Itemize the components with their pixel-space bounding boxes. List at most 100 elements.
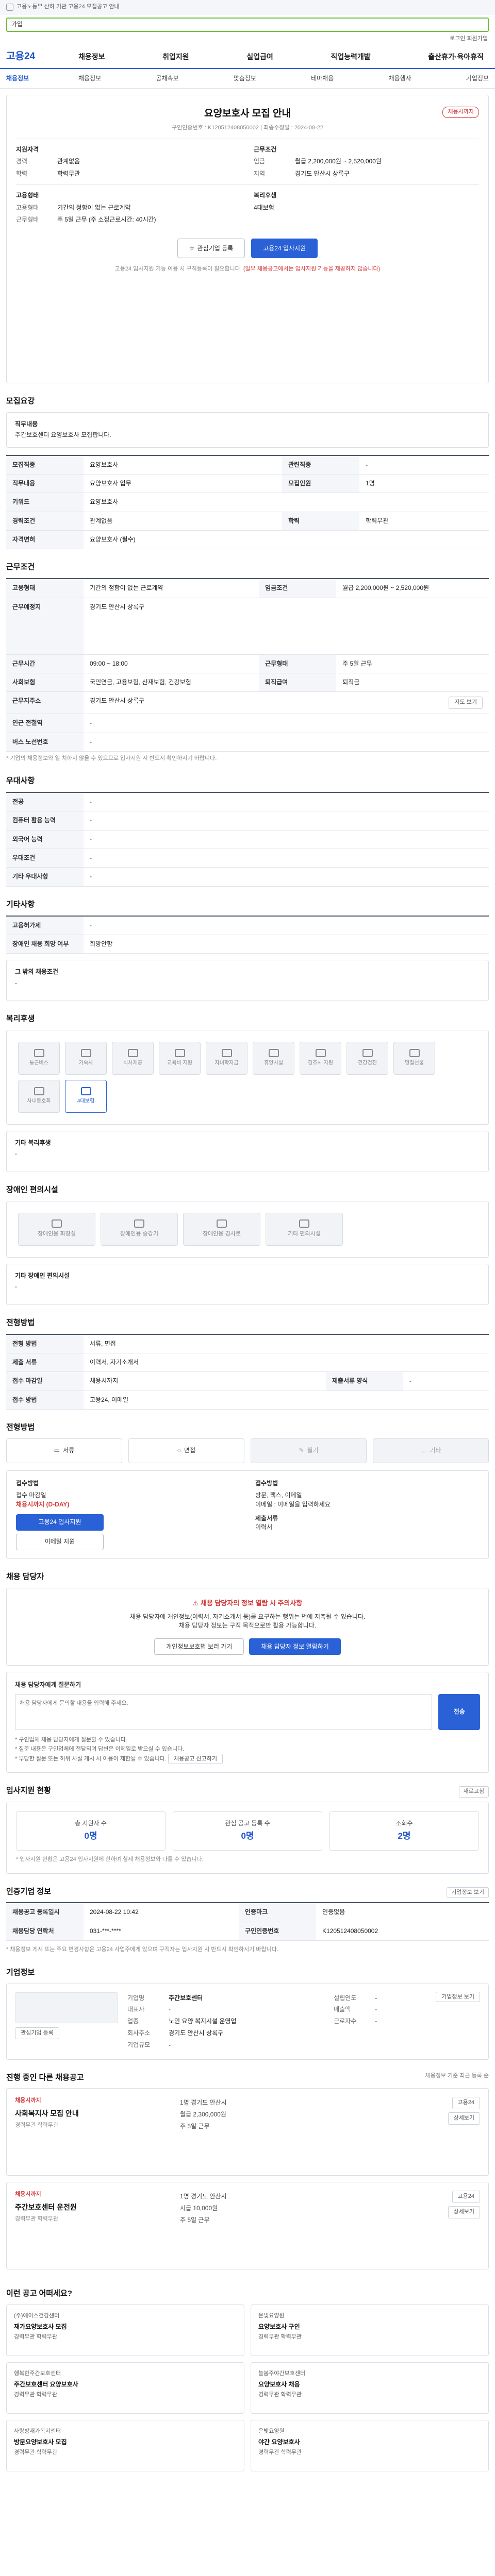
kv-key: 임금: [254, 158, 266, 165]
subnav-items: 채용정보 공채속보 맞춤정보 테마채용 채용행사 기업정보: [78, 74, 489, 83]
subnav-item[interactable]: 맞춤정보: [234, 74, 256, 83]
similar-title[interactable]: 주간보호센터 요양보호사: [14, 2380, 237, 2389]
report-button[interactable]: 채용공고 신고하기: [168, 1754, 223, 1765]
search-keyword: 가입: [11, 21, 23, 28]
similar-company: 온빛요양원: [258, 2313, 285, 2319]
gnb-item[interactable]: 직업능력개발: [325, 52, 375, 62]
similar-card[interactable]: 사랑방재가복지센터 방문요양보호사 모집 경력무관 학력무관: [6, 2420, 244, 2471]
section-title: 채용 담당자: [6, 1572, 44, 1582]
gnb-item[interactable]: 채용정보: [73, 52, 110, 62]
similar-card[interactable]: 은빛요양원 야간 요양보호사 경력무관 학력무관: [251, 2420, 489, 2471]
similar-title[interactable]: 요양보호사 채용: [258, 2380, 481, 2389]
etc-icon: [299, 1219, 309, 1228]
tag-label: 기타 편의시설: [288, 1231, 321, 1238]
email-apply-button[interactable]: 이메일 지원: [16, 1534, 104, 1551]
privacy-law-button[interactable]: 개인정보보호법 보러 가기: [154, 1638, 244, 1655]
subnav-item[interactable]: 공채속보: [156, 74, 178, 83]
other-job-card[interactable]: 채용시까지 사회복지사 모집 안내 경력무관 학력무관 1명 경기도 안산시 월…: [6, 2088, 489, 2176]
qa-bullet-row: * 부당한 질문 또는 허위 사실 게시 시 이용이 제한될 수 있습니다. 채…: [15, 1754, 480, 1765]
stat-label: 총 지원자 수: [75, 1819, 107, 1827]
interest-button[interactable]: ☆ 관심기업 등록: [177, 239, 245, 259]
similar-card[interactable]: 늘봄주야간보호센터 요양보호사 채용 경력무관 학력무관: [251, 2362, 489, 2414]
method-label: 기타: [430, 1447, 441, 1454]
qa-send-button[interactable]: 전송: [438, 1693, 480, 1730]
work-footnote: * 기업의 채용정보와 일 치하지 않을 수 있으므로 입사지원 시 반드시 확…: [6, 755, 217, 762]
th: 인증마크: [239, 1903, 317, 1922]
similar-card[interactable]: 행복한주간보호센터 주간보호센터 요양보호사 경력무관 학력무관: [6, 2362, 244, 2414]
job-site-button[interactable]: 고용24: [452, 2191, 480, 2204]
gnb-item[interactable]: 취업지원: [157, 52, 194, 62]
td: 월급 2,200,000원 ~ 2,520,000원: [336, 579, 489, 598]
similar-title[interactable]: 재가요양보호사 모집: [14, 2323, 237, 2331]
similar-title[interactable]: 요양보호사 구인: [258, 2323, 481, 2331]
kv-key: 대표자: [127, 2006, 145, 2013]
subnav-item[interactable]: 기업정보: [466, 74, 489, 83]
th: 직무내용: [6, 474, 84, 494]
th: 외국어 능력: [6, 830, 84, 849]
kv-key: 기업명: [127, 1994, 145, 2002]
subnav-item[interactable]: 채용행사: [388, 74, 411, 83]
view-contact-button[interactable]: 채용 담당자 정보 열람하기: [249, 1638, 341, 1655]
gnb-item[interactable]: 출산휴가·육아휴직: [423, 52, 489, 62]
deadline-label: 접수 마감일: [16, 1492, 46, 1499]
bizinfo-title: 인증기업 정보 기업정보 보기: [6, 1874, 489, 1903]
apply-now-button[interactable]: 고용24 입사지원: [16, 1514, 104, 1531]
duty-card: 직무내용 주간보호센터 요양보호사 모집합니다.: [6, 412, 489, 448]
bizinfo-more-button[interactable]: 기업정보 보기: [447, 1887, 489, 1899]
disab-extra-value: -: [15, 1283, 17, 1291]
bed-icon: [80, 1049, 91, 1058]
company-more-button[interactable]: 기업정보 보기: [436, 1991, 480, 2002]
similar-meta: 경력무관 학력무관: [14, 2334, 58, 2341]
job-detail-button[interactable]: 상세보기: [448, 2112, 480, 2125]
job-card-title[interactable]: 주간보호센터 운전원: [15, 2202, 180, 2212]
other-job-card[interactable]: 채용시까지 주간보호센터 운전원 경력무관 학력무관 1명 경기도 안산시 시급…: [6, 2182, 489, 2270]
summary-section-1: 지원자격 경력 관계없음 학력 학력무관 근무조건 임금 월급 2,200,000원 …: [16, 138, 479, 178]
job-card-title[interactable]: 사회복지사 모집 안내: [15, 2108, 180, 2119]
welfare-tag: 건강검진: [346, 1042, 388, 1075]
global-nav: 고용24 채용정보 취업지원 실업급여 직업능력개발 출산휴가·육아휴직: [0, 45, 495, 69]
qa-textarea[interactable]: [15, 1693, 433, 1730]
job-detail-button[interactable]: 상세보기: [448, 2206, 480, 2219]
th: 근무형태: [259, 654, 337, 674]
book-icon: [174, 1049, 185, 1058]
td: 1명: [359, 474, 489, 494]
th: 전공: [6, 792, 84, 812]
td: K120512408050002: [316, 1922, 489, 1941]
login-links[interactable]: 로그인 회원가입: [0, 35, 495, 45]
qa-warning: ⚠ 채용 담당자의 정보 열람 시 주의사항: [17, 1599, 478, 1608]
present-icon: [409, 1049, 420, 1058]
similar-title[interactable]: 야간 요양보호사: [258, 2438, 481, 2447]
site-logo[interactable]: 고용24: [6, 49, 73, 64]
job-site-button[interactable]: 고용24: [452, 2097, 480, 2110]
address-text: 경기도 안산시 상록구: [90, 697, 145, 705]
job-line: 월급 2,300,000원: [180, 2111, 226, 2119]
refresh-button[interactable]: 새로고침: [458, 1786, 489, 1798]
company-interest-button[interactable]: 관심기업 등록: [15, 2027, 59, 2040]
similar-title[interactable]: 방문요양보호사 모집: [14, 2438, 237, 2447]
company-card: 관심기업 등록 기업명 주간보호센터 대표자 - 업종 노인 요양 복지시설 운영업 …: [6, 1983, 489, 2060]
search-input[interactable]: 가입: [6, 18, 489, 32]
th: 임금조건: [259, 579, 337, 598]
job-line: 시급 10,000원: [180, 2205, 218, 2212]
td: 학력무관: [359, 512, 489, 531]
td: -: [403, 1371, 489, 1391]
recruit-table: 모집직종 요양보호사 관련직종 - 직무내용 요양보호사 업무 모집인원 1명 키워드 요양보…: [6, 454, 489, 550]
similar-card[interactable]: 온빛요양원 요양보호사 구인 경력무관 학력무관: [251, 2304, 489, 2356]
apply-button[interactable]: 고용24 입사지원: [251, 239, 318, 259]
section-title: 장애인 편의시설: [6, 1185, 58, 1195]
kv-key: 지역: [254, 170, 266, 177]
apply-line: 방문, 팩스, 이메일: [255, 1492, 302, 1499]
gnb-item[interactable]: 실업급여: [241, 52, 278, 62]
map-button[interactable]: 지도 보기: [449, 697, 483, 709]
duty-label: 직무내용: [15, 420, 38, 428]
th: 모집인원: [282, 474, 360, 494]
td: -: [84, 811, 489, 831]
th: 채용공고 등록일시: [6, 1903, 84, 1922]
similar-card[interactable]: (주)에이스건강센터 재가요양보호사 모집 경력무관 학력무관: [6, 2304, 244, 2356]
kv-key: 설립연도: [334, 1994, 357, 2002]
subnav-item[interactable]: 테마채용: [311, 74, 334, 83]
td: -: [84, 867, 489, 887]
subnav-item[interactable]: 채용정보: [78, 74, 101, 83]
section-title: 전형방법: [6, 1423, 35, 1432]
job-line: 1명 경기도 안산시: [180, 2099, 227, 2107]
